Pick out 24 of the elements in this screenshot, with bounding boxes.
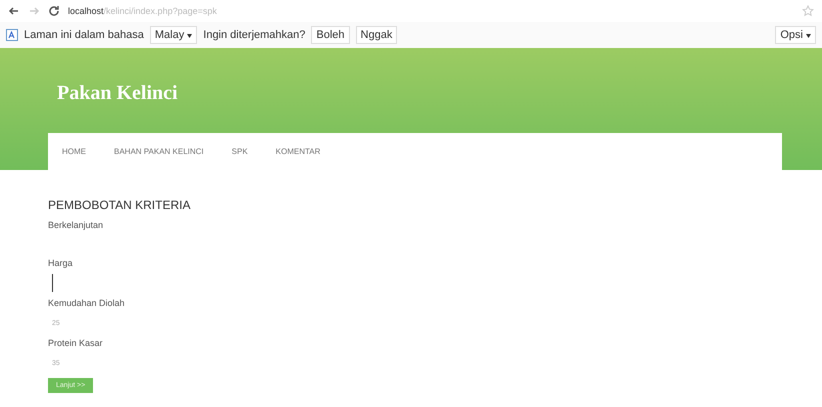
reload-icon[interactable] [48,5,60,17]
back-icon[interactable] [8,5,20,17]
form-subheading: Berkelanjutan [48,220,104,230]
translate-choice-button[interactable]: Boleh [311,26,350,44]
field-label: Protein Kasar [48,338,104,348]
field-label: Kemudahan Diolah [48,298,126,308]
forward-icon[interactable] [28,5,40,17]
translate-question: Ingin diterjemahkan? [203,29,306,41]
nav-link[interactable]: HOME [62,147,86,156]
language-dropdown[interactable]: Malay [150,26,198,44]
site-title: Pakan Kelinci [57,82,179,106]
caret-icon [806,34,811,38]
field-label: Harga [48,258,74,268]
translate-choice-button[interactable]: Nggak [356,26,398,44]
options-dropdown[interactable]: Opsi [775,26,816,44]
address-bar[interactable]: localhost/kelinci/index.php?page=spk [68,6,217,16]
nav-link[interactable]: BAHAN PAKAN KELINCI [114,147,204,156]
nav-link[interactable]: KOMENTAR [276,147,320,156]
nav-link[interactable]: SPK [232,147,248,156]
translate-icon [6,29,18,41]
star-icon[interactable] [802,5,814,17]
translate-message: Laman ini dalam bahasa [24,29,144,41]
form-heading: PEMBOBOTAN KRITERIA [48,198,192,212]
caret-icon [187,34,192,38]
